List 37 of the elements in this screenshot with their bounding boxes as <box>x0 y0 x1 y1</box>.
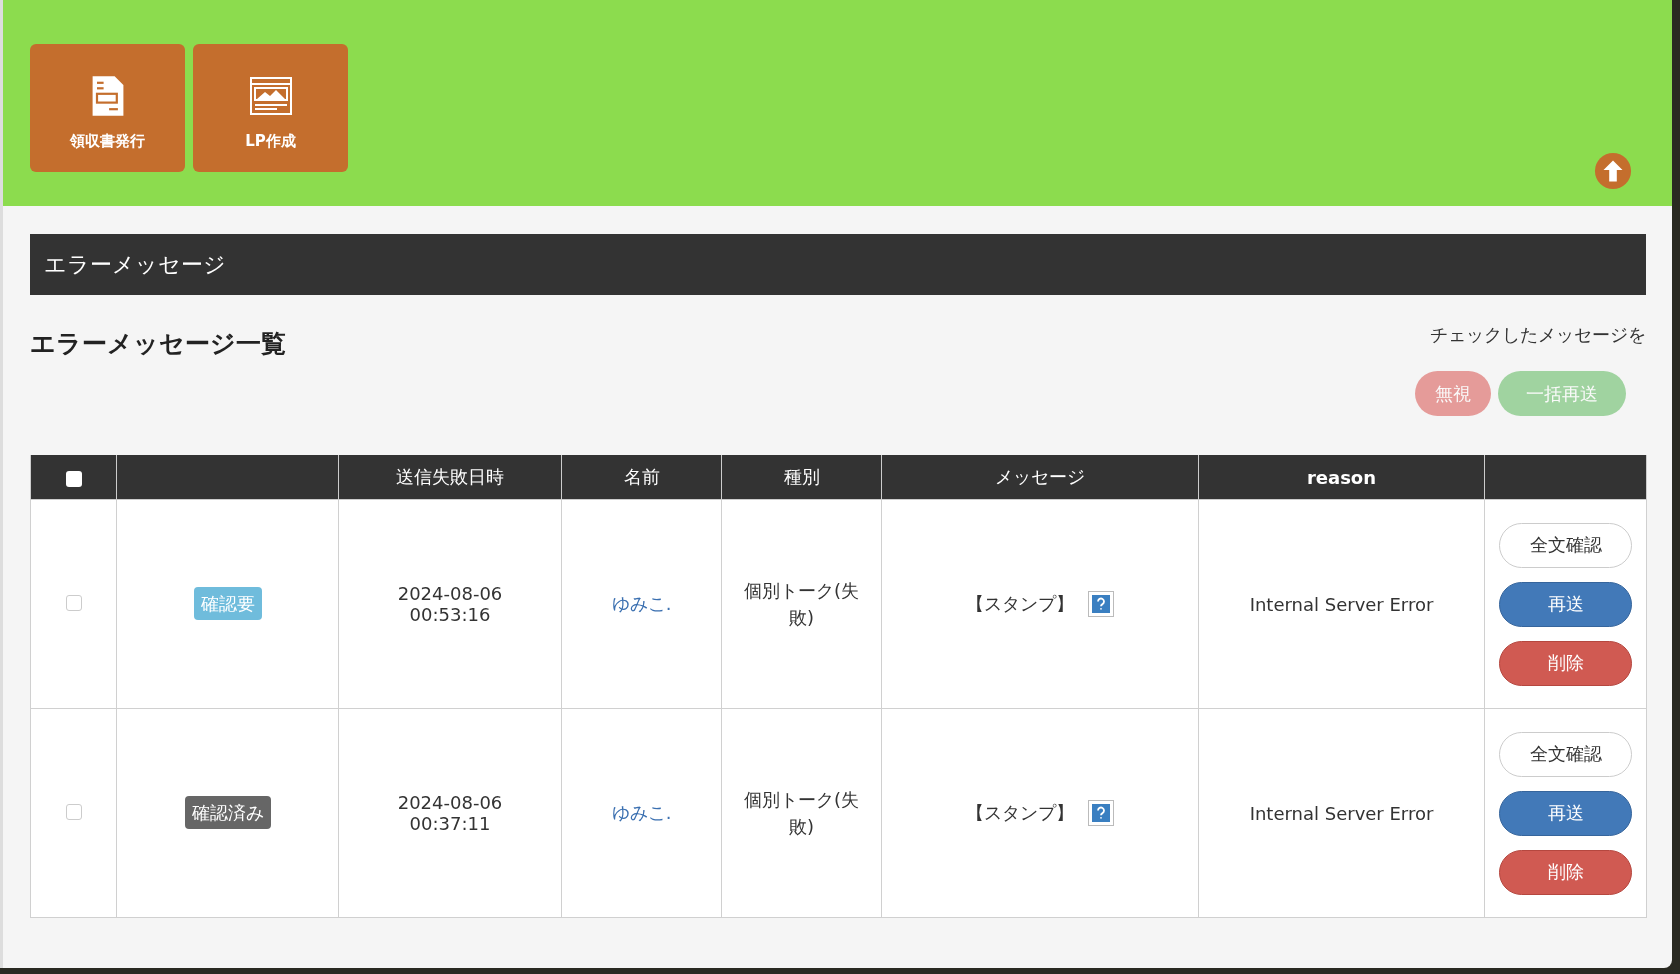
question-icon <box>1088 591 1114 617</box>
name-link[interactable]: ゆみこ. <box>611 802 672 823</box>
view-full-button[interactable]: 全文確認 <box>1499 731 1632 777</box>
list-title: エラーメッセージ一覧 <box>30 328 286 360</box>
bulk-caption: チェックしたメッセージを <box>1430 323 1646 347</box>
delete-button[interactable]: 削除 <box>1499 849 1632 895</box>
sent-date: 2024-08-06 <box>396 583 504 604</box>
column-header: 名前 <box>561 455 722 500</box>
reason-text: Internal Server Error <box>1249 593 1434 615</box>
select-all-checkbox[interactable] <box>65 470 82 487</box>
row-checkbox[interactable] <box>65 803 82 820</box>
status-badge: 確認要 <box>193 587 262 620</box>
row-checkbox[interactable] <box>65 594 82 611</box>
name-link[interactable]: ゆみこ. <box>611 593 672 614</box>
column-header: 送信失敗日時 <box>338 455 562 500</box>
sent-time: 00:53:16 <box>408 604 492 625</box>
menu-tile[interactable]: LP作成 <box>193 44 348 172</box>
sent-date: 2024-08-06 <box>396 792 504 813</box>
scroll-up-icon[interactable] <box>1594 152 1632 190</box>
type-text: 個別トーク(失敗) <box>743 788 860 839</box>
message-text: 【スタンプ】 <box>966 801 1074 825</box>
message-text: 【スタンプ】 <box>966 592 1074 616</box>
view-full-button[interactable]: 全文確認 <box>1499 522 1632 568</box>
menu-tile[interactable]: 領収書発行 <box>30 44 185 172</box>
column-header: メッセージ <box>881 455 1199 500</box>
column-header: reason <box>1198 455 1485 500</box>
type-text: 個別トーク(失敗) <box>743 579 860 630</box>
status-badge: 確認済み <box>184 796 271 829</box>
column-header: 種別 <box>721 455 882 500</box>
webpage-icon <box>248 74 293 118</box>
question-icon <box>1088 800 1114 826</box>
resend-button[interactable]: 再送 <box>1499 790 1632 836</box>
sent-time: 00:37:11 <box>408 813 492 834</box>
reason-text: Internal Server Error <box>1249 802 1434 824</box>
delete-button[interactable]: 削除 <box>1499 640 1632 686</box>
section-title: エラーメッセージ <box>44 250 226 279</box>
resend-button[interactable]: 再送 <box>1499 581 1632 627</box>
